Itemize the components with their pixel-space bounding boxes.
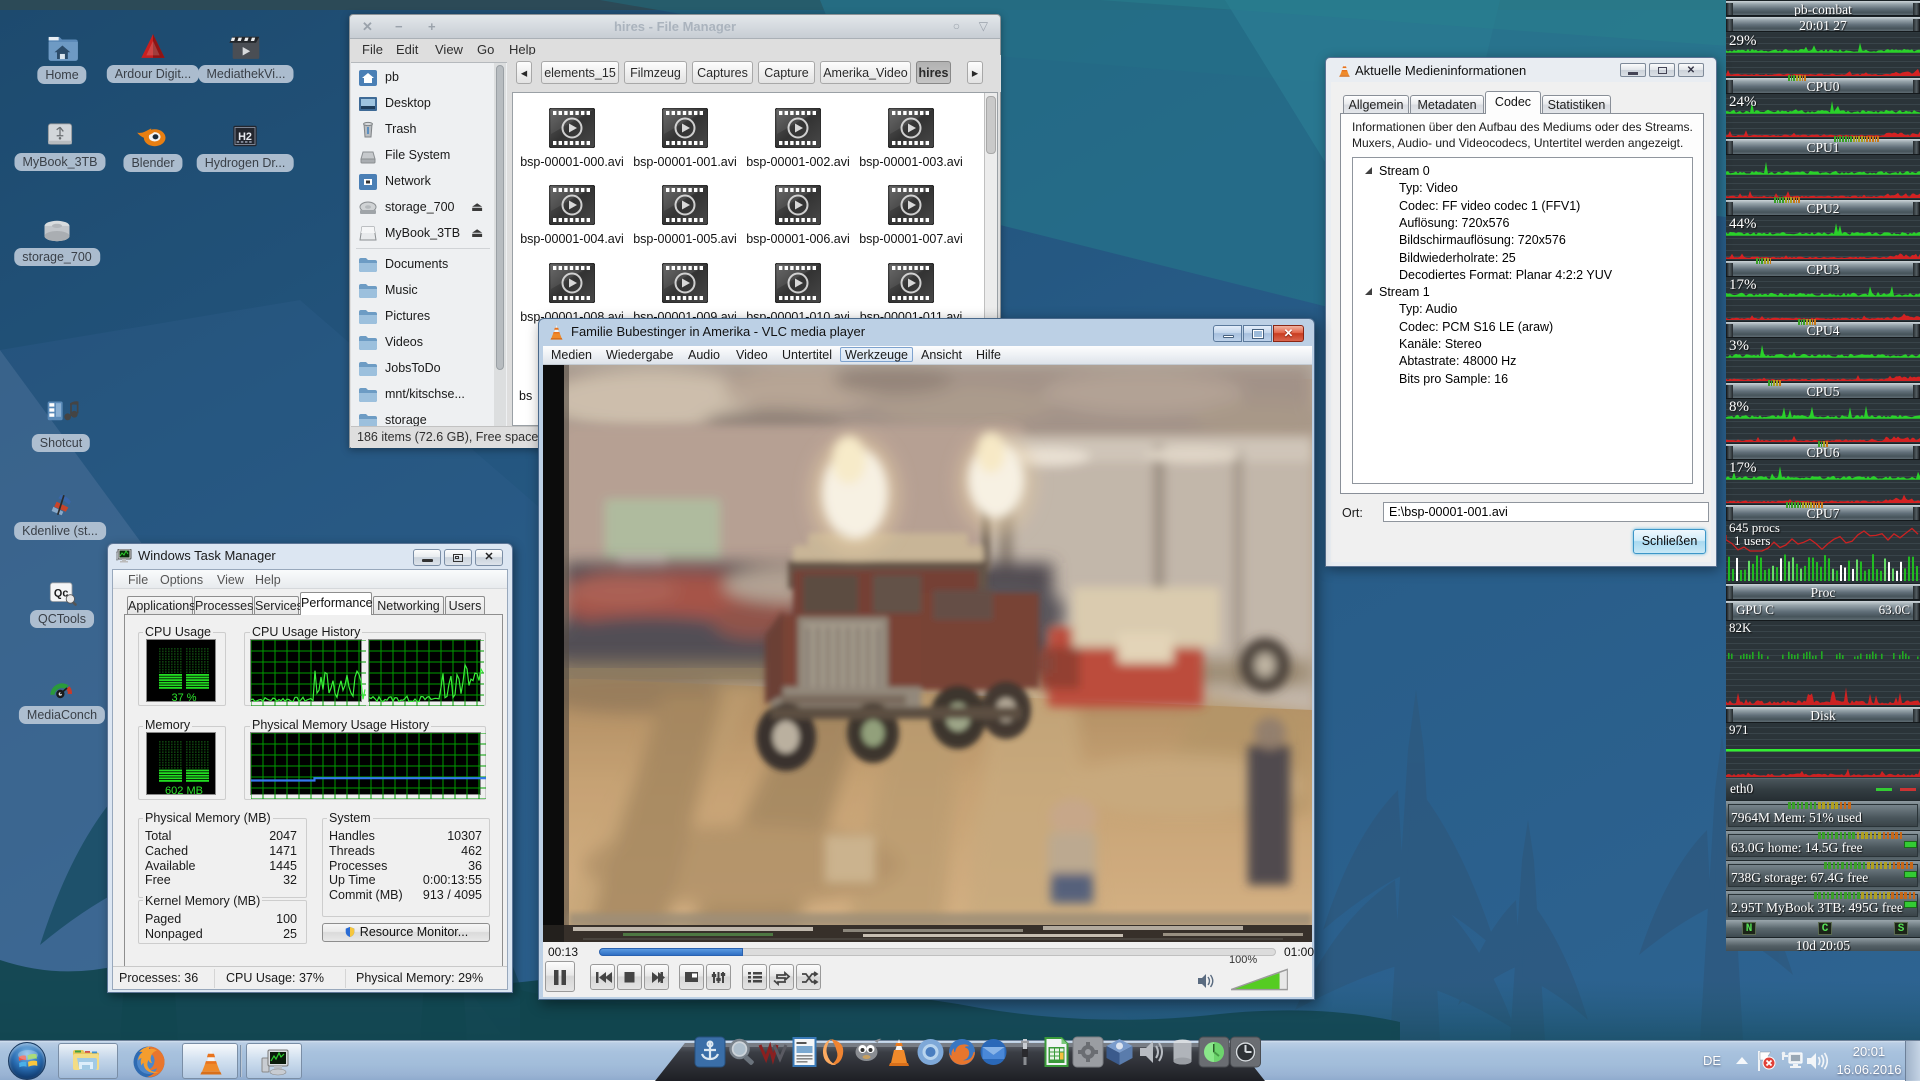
svg-text:37 %: 37 % [171,692,196,704]
svg-text:602 MB: 602 MB [165,785,203,797]
